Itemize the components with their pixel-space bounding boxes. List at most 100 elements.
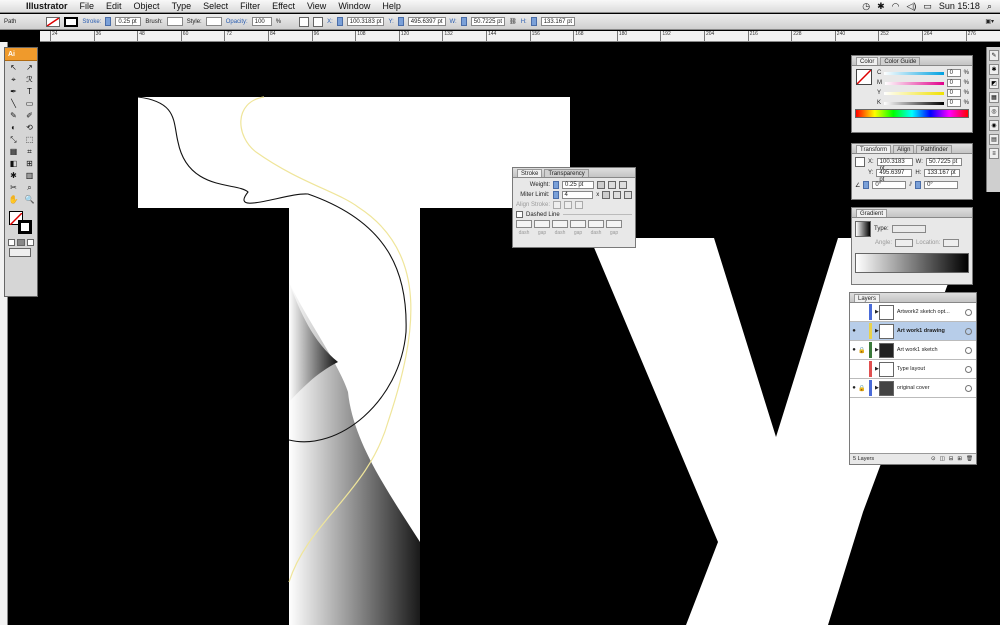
menu-edit[interactable]: Edit (100, 1, 128, 11)
color-button[interactable] (8, 239, 16, 246)
black-field[interactable]: 0 (946, 99, 961, 107)
gradient-location-field[interactable] (943, 239, 960, 247)
free-transform-tool-icon[interactable]: ⬚ (22, 134, 37, 146)
layer-row[interactable]: ▶ Artwork2 sketch opt... (850, 303, 976, 322)
appearance-panel-icon[interactable]: ◎ (989, 106, 999, 117)
dash-field-1[interactable] (516, 220, 532, 228)
workspace-menu-icon[interactable]: ▣▾ (985, 18, 994, 25)
layer-row[interactable]: ● 🔒 ▶ Art work1 sketch (850, 341, 976, 360)
bluetooth-icon[interactable]: ✱ (877, 1, 885, 12)
layer-row-selected[interactable]: ● ▶ Art work1 drawing (850, 322, 976, 341)
rotate-stepper[interactable] (863, 181, 870, 189)
align-inside-icon[interactable] (564, 201, 573, 209)
color-fill-swatch[interactable] (856, 69, 872, 85)
reference-point-icon[interactable] (855, 157, 865, 167)
black-slider[interactable] (884, 101, 944, 105)
layer-name[interactable]: Art work1 drawing (897, 328, 965, 334)
stroke-weight-field[interactable]: 0.25 pt (115, 17, 142, 26)
none-button[interactable] (26, 239, 34, 246)
join-miter-icon[interactable] (602, 191, 611, 199)
tab-transparency[interactable]: Transparency (544, 169, 589, 177)
lock-icon[interactable]: 🔒 (858, 385, 866, 392)
direct-selection-tool-icon[interactable]: ↗ (22, 62, 37, 74)
tab-transform[interactable]: Transform (856, 145, 892, 153)
tab-align[interactable]: Align (893, 145, 915, 153)
eye-icon[interactable]: ● (850, 328, 858, 334)
magic-wand-tool-icon[interactable]: ⌖ (6, 74, 21, 86)
tab-pathfinder[interactable]: Pathfinder (916, 145, 952, 153)
tab-color[interactable]: Color (856, 57, 879, 65)
eye-icon[interactable]: ● (850, 385, 858, 391)
spotlight-icon[interactable]: ⌕ (987, 1, 992, 12)
eye-icon[interactable]: ● (850, 347, 858, 353)
tab-layers[interactable]: Layers (854, 294, 881, 302)
artboard-tool-icon[interactable]: ⌕ (22, 182, 37, 194)
h-field[interactable]: 133.167 pt (540, 17, 576, 26)
stroke-swatch[interactable] (64, 16, 79, 27)
dashed-line-checkbox[interactable] (516, 211, 523, 218)
scissors-tool-icon[interactable]: ✂ (6, 182, 21, 194)
cap-butt-icon[interactable] (597, 181, 605, 189)
layer-name[interactable]: Artwork2 sketch opt... (897, 309, 965, 315)
eyedropper-tool-icon[interactable]: ✱ (6, 170, 21, 182)
target-circle-icon[interactable] (965, 365, 972, 373)
w-field[interactable]: 50.7225 pt (470, 17, 506, 26)
stroke-label[interactable]: Stroke: (82, 19, 101, 25)
pencil-tool-icon[interactable]: ✐ (22, 110, 37, 122)
tab-color-guide[interactable]: Color Guide (880, 57, 921, 65)
y-stepper[interactable] (397, 17, 404, 26)
brushes-panel-icon[interactable]: ✎ (989, 50, 999, 61)
x-field[interactable]: 100.3183 pt (346, 17, 385, 26)
reference-point-icon[interactable] (313, 16, 324, 27)
menu-type[interactable]: Type (166, 1, 198, 11)
gap-field-2[interactable] (570, 220, 586, 228)
stroke-box[interactable] (18, 220, 32, 234)
stroke-weight-stepper[interactable] (105, 17, 112, 26)
align-outside-icon[interactable] (575, 201, 584, 209)
wifi-icon[interactable]: ◠ (892, 1, 900, 12)
paintbrush-tool-icon[interactable]: ✎ (6, 110, 21, 122)
shear-stepper[interactable] (915, 181, 922, 189)
volume-icon[interactable]: ◁) (906, 1, 916, 12)
cap-square-icon[interactable] (619, 181, 627, 189)
zoom-tool-icon[interactable]: 🔍 (22, 194, 37, 206)
layer-row[interactable]: ▶ Type layout (850, 360, 976, 379)
color-spectrum-ramp[interactable] (855, 109, 969, 118)
target-circle-icon[interactable] (965, 384, 972, 392)
lock-icon[interactable]: 🔒 (858, 347, 866, 354)
graphic-styles-panel-icon[interactable]: ◩ (989, 78, 999, 89)
yellow-field[interactable]: 0 (946, 89, 961, 97)
battery-icon[interactable]: ▭ (923, 1, 932, 12)
clock[interactable]: Sun 15:18 (939, 1, 980, 11)
swatches-panel-icon[interactable]: ▦ (989, 92, 999, 103)
scale-tool-icon[interactable]: ⤡ (6, 134, 21, 146)
new-layer-icon[interactable]: ⊞ (957, 456, 962, 462)
transform-w-field[interactable]: 50.7225 pt (925, 158, 962, 166)
tab-stroke[interactable]: Stroke (517, 169, 543, 177)
graph-tool-icon[interactable]: ⌗ (22, 146, 37, 158)
navigator-panel-icon[interactable]: ◉ (989, 120, 999, 131)
layer-name[interactable]: Type layout (897, 366, 965, 372)
symbol-sprayer-tool-icon[interactable]: ▦ (6, 146, 21, 158)
menu-file[interactable]: File (74, 1, 101, 11)
locate-object-icon[interactable]: ⊙ (931, 456, 936, 462)
fill-stroke-control[interactable] (7, 209, 37, 237)
cap-round-icon[interactable] (608, 181, 616, 189)
w-stepper[interactable] (460, 17, 467, 26)
new-sublayer-icon[interactable]: ⊟ (949, 456, 954, 462)
cyan-slider[interactable] (884, 71, 944, 75)
rectangle-tool-icon[interactable]: ▭ (22, 98, 37, 110)
layer-row[interactable]: ● 🔒 ▶ original cover (850, 379, 976, 398)
y-field[interactable]: 495.6397 pt (407, 17, 446, 26)
stroke-panel-icon[interactable]: ≡ (989, 148, 999, 159)
target-circle-icon[interactable] (965, 308, 972, 316)
menu-window[interactable]: Window (332, 1, 376, 11)
yellow-slider[interactable] (884, 91, 944, 95)
gap-field-1[interactable] (534, 220, 550, 228)
line-tool-icon[interactable]: ╲ (6, 98, 21, 110)
blob-brush-tool-icon[interactable]: ◐ (6, 122, 21, 134)
menu-select[interactable]: Select (197, 1, 234, 11)
time-machine-icon[interactable]: ◷ (862, 1, 870, 12)
menu-app-name[interactable]: Illustrator (20, 1, 74, 11)
selection-tool-icon[interactable]: ↖ (6, 62, 21, 74)
